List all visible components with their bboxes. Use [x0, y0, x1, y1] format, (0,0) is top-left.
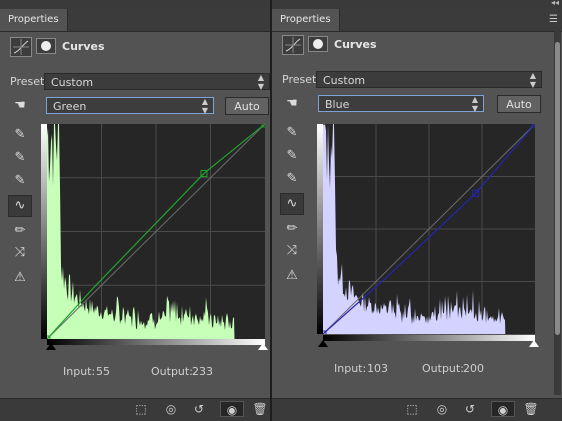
black-point-eyedropper-icon[interactable]: ✎ — [282, 123, 302, 143]
select-arrows-icon: ▲ ▼ — [529, 71, 536, 89]
visibility-eye-icon[interactable]: ◉ — [220, 401, 244, 417]
white-input-slider[interactable] — [529, 340, 539, 347]
output-value: 233 — [192, 365, 213, 378]
channel-select-value: Blue — [325, 98, 350, 111]
panel-header: Curves — [0, 32, 270, 62]
select-arrows-icon: ▲ ▼ — [471, 95, 478, 113]
auto-button[interactable]: Auto — [225, 97, 269, 115]
adjustment-title: Curves — [334, 38, 377, 51]
panel-header: Curves — [272, 30, 562, 60]
view-previous-state-icon[interactable]: ◎ — [162, 401, 180, 417]
preset-select[interactable]: Custom ▲ ▼ — [316, 71, 542, 89]
clip-to-layer-icon[interactable]: ⬚ — [403, 401, 421, 417]
clip-to-layer-icon[interactable]: ⬚ — [132, 401, 150, 417]
output-label: Output: — [422, 362, 464, 375]
pencil-icon[interactable]: ✏ — [282, 219, 302, 239]
curve-points-icon[interactable]: ∿ — [280, 193, 304, 215]
white-point-eyedropper-icon[interactable]: ✎ — [282, 169, 302, 189]
clipping-warning-icon[interactable]: ⚠ — [10, 268, 30, 288]
properties-tab[interactable]: Properties — [0, 9, 68, 31]
trash-icon[interactable]: 🗑 — [251, 401, 269, 417]
clipping-warning-icon[interactable]: ⚠ — [282, 266, 302, 286]
white-input-slider[interactable] — [258, 343, 268, 350]
curves-adjustment-icon[interactable] — [10, 37, 32, 57]
channel-select-value: Green — [53, 100, 87, 113]
gray-point-eyedropper-icon[interactable]: ✎ — [10, 148, 30, 168]
visibility-eye-icon[interactable]: ◉ — [491, 401, 515, 417]
layer-mask-icon[interactable] — [36, 38, 56, 54]
panel-tab-bar: Properties — [0, 9, 270, 32]
collapse-icon[interactable]: ◂◂ — [551, 0, 559, 7]
curve-points-icon[interactable]: ∿ — [8, 195, 32, 217]
black-point-eyedropper-icon[interactable]: ✎ — [10, 125, 30, 145]
curves-graph[interactable] — [47, 124, 265, 339]
preset-select[interactable]: Custom ▲ ▼ — [44, 73, 270, 91]
panel-footer: ⬚ ◎ ↺ ◉ 🗑 — [272, 398, 562, 421]
adjustment-title: Curves — [62, 40, 105, 53]
output-gradient-bar — [317, 124, 323, 334]
curves-graph[interactable] — [323, 124, 535, 334]
reset-icon[interactable]: ↺ — [461, 401, 479, 417]
input-value: 55 — [96, 365, 110, 378]
scrollbar-thumb[interactable] — [555, 42, 560, 335]
input-label: Input: — [63, 365, 96, 378]
smooth-curve-icon[interactable]: ⤨ — [10, 243, 30, 263]
input-value: 103 — [367, 362, 388, 375]
properties-tab[interactable]: Properties — [272, 9, 340, 31]
panel-scrollbar[interactable] — [554, 30, 561, 395]
targeted-adjustment-hand-icon[interactable]: ☚ — [10, 96, 30, 116]
panel-tab-bar: Properties ☰ — [272, 9, 562, 32]
preset-select-value: Custom — [51, 76, 94, 89]
gray-point-eyedropper-icon[interactable]: ✎ — [282, 146, 302, 166]
input-gradient-bar — [47, 339, 265, 345]
input-label: Input: — [334, 362, 367, 375]
white-point-eyedropper-icon[interactable]: ✎ — [10, 171, 30, 191]
targeted-adjustment-hand-icon[interactable]: ☚ — [282, 94, 302, 114]
panel-footer: ⬚ ◎ ↺ ◉ 🗑 — [0, 398, 270, 421]
channel-select[interactable]: Green ▲ ▼ — [46, 97, 214, 115]
panel-top-strip: ◂◂ — [272, 0, 562, 9]
panel-menu-icon[interactable]: ☰ — [549, 14, 558, 25]
pencil-icon[interactable]: ✏ — [10, 221, 30, 241]
smooth-curve-icon[interactable]: ⤨ — [282, 241, 302, 261]
input-gradient-bar — [323, 335, 535, 341]
preset-label: Preset: — [10, 75, 49, 88]
reset-icon[interactable]: ↺ — [190, 401, 208, 417]
select-arrows-icon: ▲ ▼ — [201, 97, 208, 115]
select-arrows-icon: ▲ ▼ — [257, 73, 264, 91]
output-gradient-bar — [41, 124, 47, 339]
auto-button[interactable]: Auto — [497, 95, 541, 113]
preset-label: Preset: — [282, 73, 321, 86]
trash-icon[interactable]: 🗑 — [522, 401, 540, 417]
view-previous-state-icon[interactable]: ◎ — [433, 401, 451, 417]
panel-top-strip — [0, 0, 270, 9]
channel-select[interactable]: Blue ▲ ▼ — [318, 95, 484, 113]
black-input-slider[interactable] — [318, 340, 328, 347]
black-input-slider[interactable] — [46, 343, 56, 350]
curves-adjustment-icon[interactable] — [282, 35, 304, 55]
properties-panel-blue: ◂◂ Properties ☰ Curves Preset: Custom ▲ ▼… — [272, 0, 562, 421]
output-value: 200 — [463, 362, 484, 375]
output-label: Output: — [151, 365, 193, 378]
preset-select-value: Custom — [323, 74, 366, 87]
layer-mask-icon[interactable] — [308, 36, 328, 52]
properties-panel-green: Properties Curves Preset: Custom ▲ ▼ ☚ Gr… — [0, 0, 270, 421]
